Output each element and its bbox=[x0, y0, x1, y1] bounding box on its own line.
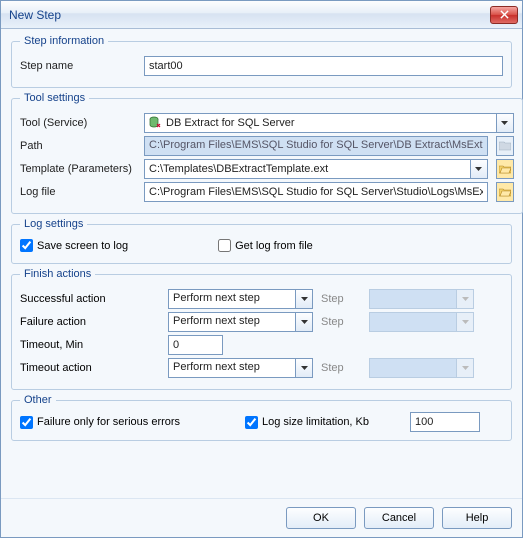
failure-serious-label: Failure only for serious errors bbox=[37, 416, 180, 428]
timeout-step-label: Step bbox=[321, 362, 361, 374]
log-limit-checkbox[interactable]: Log size limitation, Kb bbox=[245, 416, 400, 429]
window-title: New Step bbox=[9, 8, 490, 22]
cancel-button[interactable]: Cancel bbox=[364, 507, 434, 529]
ok-button[interactable]: OK bbox=[286, 507, 356, 529]
step-name-input[interactable] bbox=[144, 56, 503, 76]
success-step-combo bbox=[369, 289, 474, 309]
timeout-step-combo bbox=[369, 358, 474, 378]
tool-settings-legend: Tool settings bbox=[20, 92, 89, 104]
template-input[interactable] bbox=[144, 159, 470, 179]
get-log-input[interactable] bbox=[218, 239, 231, 252]
log-limit-value-input[interactable] bbox=[410, 412, 480, 432]
tool-service-combo[interactable]: DB Extract for SQL Server bbox=[144, 113, 514, 133]
get-log-checkbox[interactable]: Get log from file bbox=[218, 239, 313, 252]
chevron-down-icon bbox=[301, 297, 308, 301]
dialog-footer: OK Cancel Help bbox=[1, 498, 522, 537]
failure-step-combo bbox=[369, 312, 474, 332]
template-combo[interactable] bbox=[144, 159, 488, 179]
chevron-down-icon bbox=[475, 167, 482, 171]
path-label: Path bbox=[20, 140, 138, 152]
path-input: C:\Program Files\EMS\SQL Studio for SQL … bbox=[144, 136, 488, 156]
step-info-group: Step information Step name bbox=[11, 35, 512, 88]
log-settings-legend: Log settings bbox=[20, 218, 87, 230]
save-screen-input[interactable] bbox=[20, 239, 33, 252]
tool-service-label: Tool (Service) bbox=[20, 117, 138, 129]
finish-actions-group: Finish actions Successful action Perform… bbox=[11, 268, 512, 390]
failure-action-label: Failure action bbox=[20, 316, 160, 328]
failure-serious-checkbox[interactable]: Failure only for serious errors bbox=[20, 416, 235, 429]
log-file-browse-button[interactable] bbox=[496, 182, 514, 202]
log-limit-label: Log size limitation, Kb bbox=[262, 416, 369, 428]
success-step-dropdown-button bbox=[456, 289, 474, 309]
tool-settings-group: Tool settings Tool (Service) DB Extract … bbox=[11, 92, 523, 214]
template-label: Template (Parameters) bbox=[20, 163, 138, 175]
success-action-dropdown-button[interactable] bbox=[295, 289, 313, 309]
chevron-down-icon bbox=[501, 121, 508, 125]
chevron-down-icon bbox=[462, 320, 469, 324]
path-browse-button bbox=[496, 136, 514, 156]
failure-step-label: Step bbox=[321, 316, 361, 328]
db-extract-icon bbox=[148, 116, 162, 130]
folder-open-icon bbox=[499, 187, 511, 197]
success-action-value: Perform next step bbox=[168, 289, 295, 309]
template-dropdown-button[interactable] bbox=[470, 159, 488, 179]
timeout-label: Timeout, Min bbox=[20, 339, 160, 351]
success-step-label: Step bbox=[321, 293, 361, 305]
log-settings-group: Log settings Save screen to log Get log … bbox=[11, 218, 512, 264]
failure-action-dropdown-button[interactable] bbox=[295, 312, 313, 332]
save-screen-checkbox[interactable]: Save screen to log bbox=[20, 239, 128, 252]
other-legend: Other bbox=[20, 394, 56, 406]
failure-action-combo[interactable]: Perform next step bbox=[168, 312, 313, 332]
help-button[interactable]: Help bbox=[442, 507, 512, 529]
log-limit-input[interactable] bbox=[245, 416, 258, 429]
folder-icon bbox=[499, 141, 511, 151]
chevron-down-icon bbox=[462, 297, 469, 301]
tool-service-value: DB Extract for SQL Server bbox=[166, 117, 295, 129]
success-action-combo[interactable]: Perform next step bbox=[168, 289, 313, 309]
failure-action-value: Perform next step bbox=[168, 312, 295, 332]
timeout-action-value: Perform next step bbox=[168, 358, 295, 378]
failure-serious-input[interactable] bbox=[20, 416, 33, 429]
success-action-label: Successful action bbox=[20, 293, 160, 305]
log-file-input[interactable] bbox=[144, 182, 488, 202]
timeout-action-label: Timeout action bbox=[20, 362, 160, 374]
chevron-down-icon bbox=[301, 320, 308, 324]
template-browse-button[interactable] bbox=[496, 159, 514, 179]
titlebar: New Step bbox=[1, 1, 522, 29]
timeout-step-dropdown-button bbox=[456, 358, 474, 378]
tool-service-dropdown-button[interactable] bbox=[496, 113, 514, 133]
step-name-label: Step name bbox=[20, 60, 138, 72]
failure-step-dropdown-button bbox=[456, 312, 474, 332]
finish-actions-legend: Finish actions bbox=[20, 268, 95, 280]
close-icon bbox=[500, 10, 509, 19]
timeout-input[interactable] bbox=[168, 335, 223, 355]
log-file-label: Log file bbox=[20, 186, 138, 198]
folder-open-icon bbox=[499, 164, 511, 174]
chevron-down-icon bbox=[301, 366, 308, 370]
close-button[interactable] bbox=[490, 6, 518, 24]
get-log-label: Get log from file bbox=[235, 240, 313, 252]
chevron-down-icon bbox=[462, 366, 469, 370]
other-group: Other Failure only for serious errors Lo… bbox=[11, 394, 512, 441]
timeout-action-combo[interactable]: Perform next step bbox=[168, 358, 313, 378]
timeout-action-dropdown-button[interactable] bbox=[295, 358, 313, 378]
step-info-legend: Step information bbox=[20, 35, 108, 47]
save-screen-label: Save screen to log bbox=[37, 240, 128, 252]
